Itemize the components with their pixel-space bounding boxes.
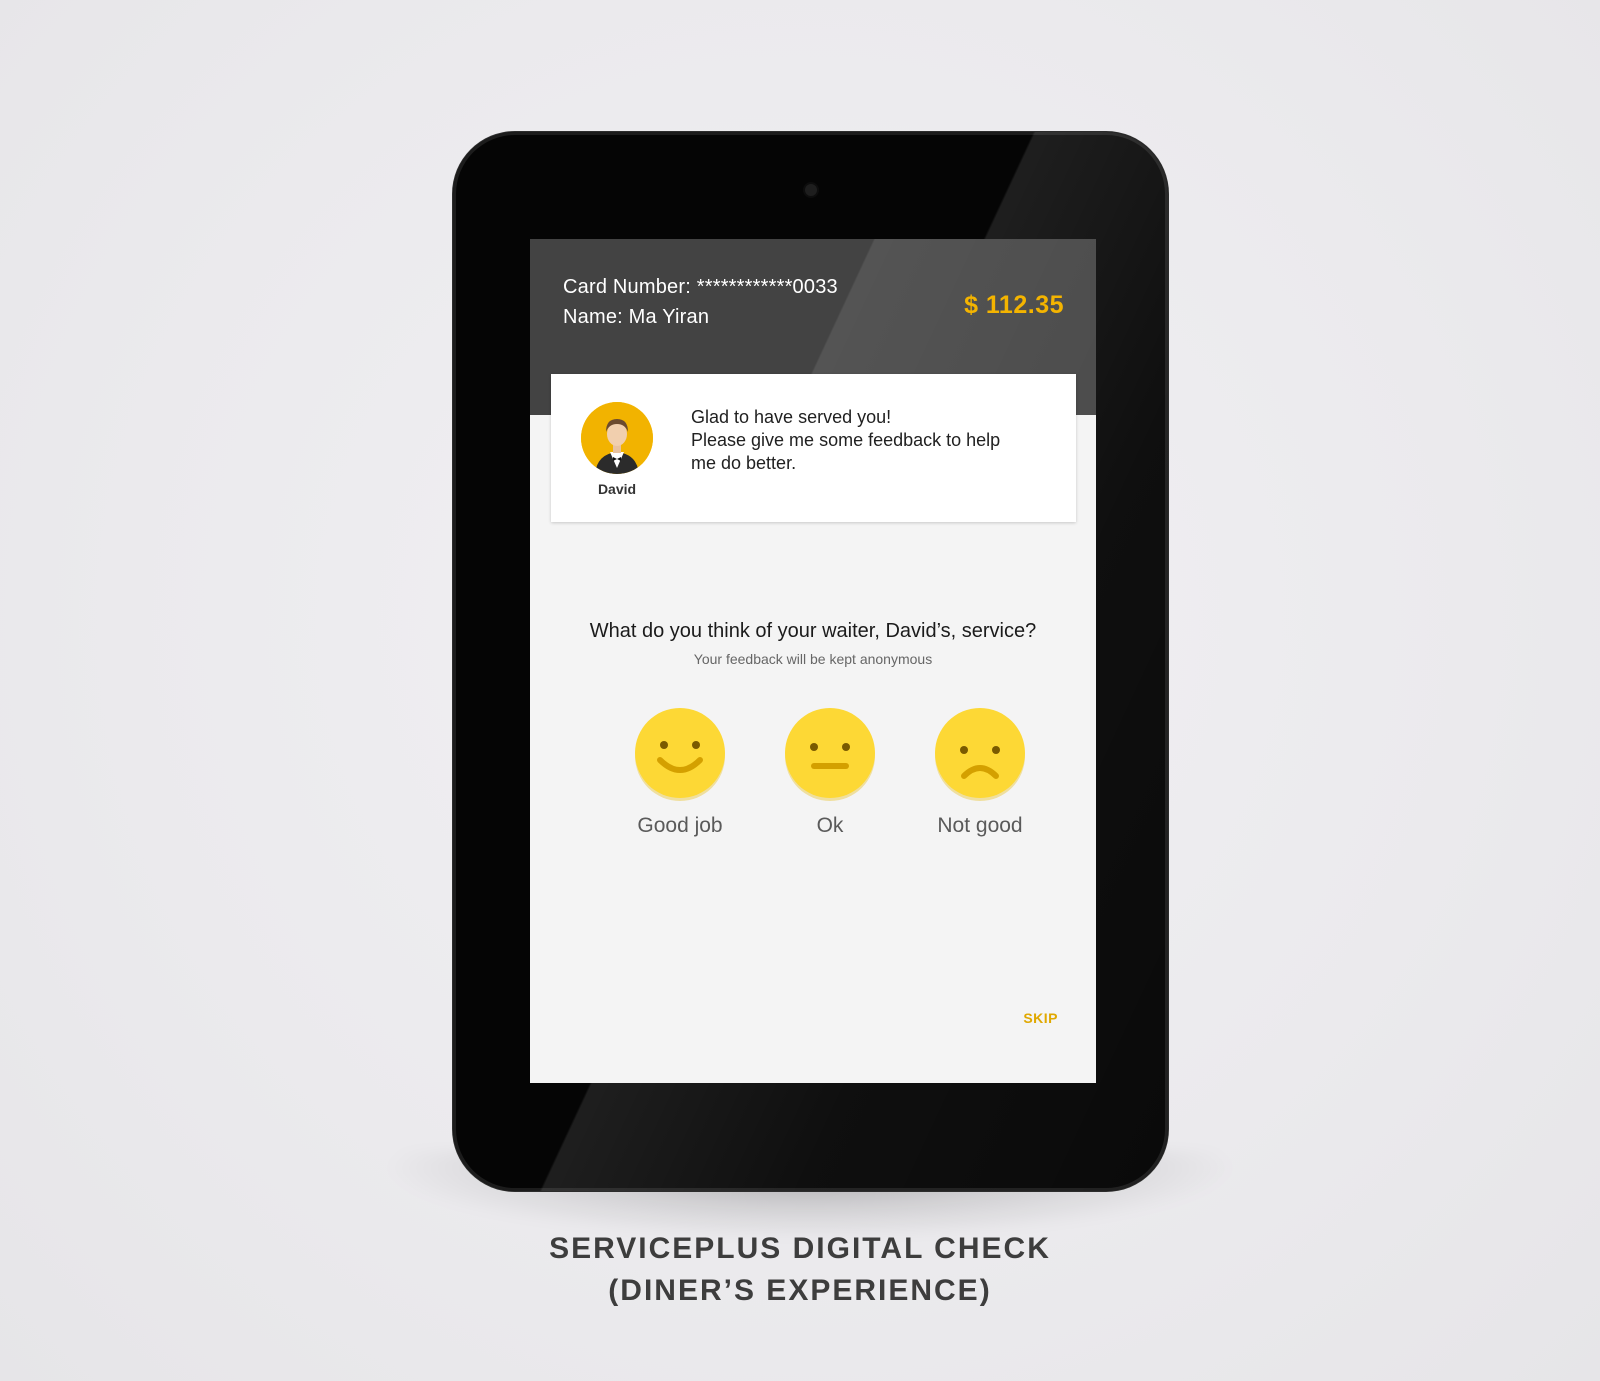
waiter-message-line: Glad to have served you! [691, 407, 892, 427]
card-number: Card Number: ************0033 [563, 276, 838, 298]
happy-face-icon [635, 708, 725, 801]
survey-question: What do you think of your waiter, David’… [589, 620, 1037, 642]
neutral-face-icon [785, 708, 875, 801]
tablet-frame: Card Number: ************0033 Name: Ma Y… [453, 132, 1168, 1191]
waiter-message-line: me do better. [691, 453, 797, 473]
rating-bad-label: Not good [937, 814, 1023, 837]
waiter-name: David [597, 481, 637, 497]
waiter-message-line: Please give me some feedback to help [691, 430, 1001, 450]
cardholder-name: Name: Ma Yiran [563, 306, 710, 328]
caption-line-1: SERVICEPLUS DIGITAL CHECK [549, 1232, 1051, 1265]
waiter-message: Glad to have served you! Please give me … [691, 406, 1051, 475]
rating-ok-button[interactable]: Ok [760, 706, 900, 838]
caption-line-2: (DINER’S EXPERIENCE) [608, 1274, 992, 1307]
page-caption: SERVICEPLUS DIGITAL CHECK (DINER’S EXPER… [0, 1228, 1600, 1312]
app-screen: Card Number: ************0033 Name: Ma Y… [530, 239, 1096, 1083]
rating-ok-label: Ok [816, 814, 844, 837]
sad-face-icon [935, 708, 1025, 801]
rating-good-label: Good job [637, 814, 723, 837]
skip-button[interactable]: SKIP [1023, 1010, 1058, 1026]
waiter-avatar [581, 402, 653, 474]
rating-bad-button[interactable]: Not good [910, 706, 1050, 838]
rating-good-button[interactable]: Good job [610, 706, 750, 838]
camera-icon [805, 184, 817, 196]
check-amount: $ 112.35 [964, 291, 1064, 319]
waiter-card: David Glad to have served you! Please gi… [551, 374, 1076, 522]
survey-subtext: Your feedback will be kept anonymous [693, 651, 933, 667]
stage: Card Number: ************0033 Name: Ma Y… [0, 0, 1600, 1381]
rating-options: Good job Ok Not good [610, 706, 1025, 856]
waiter-avatar-icon [581, 402, 653, 474]
